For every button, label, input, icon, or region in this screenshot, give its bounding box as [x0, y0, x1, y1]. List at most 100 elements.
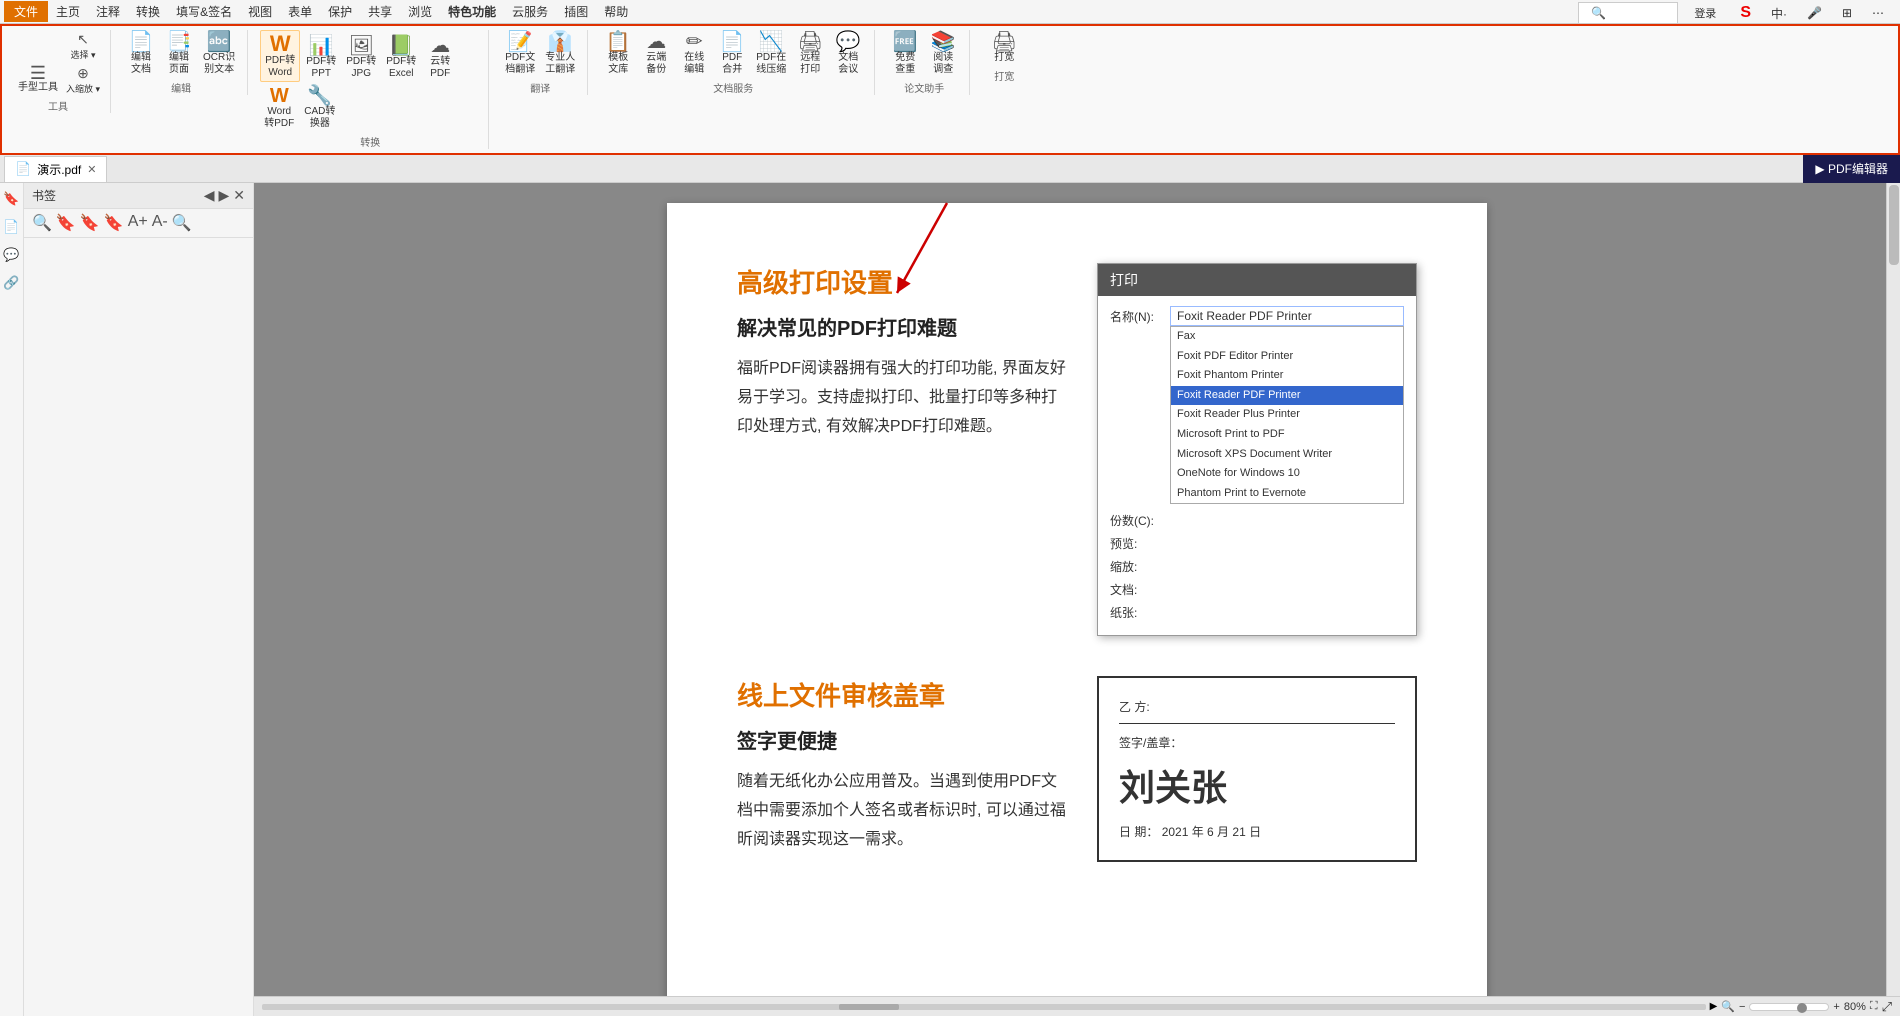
login-btn[interactable]: 登录: [1686, 3, 1724, 23]
sidebar-next-btn[interactable]: ▶: [218, 187, 229, 204]
menu-home[interactable]: 主页: [48, 1, 88, 22]
edit-page-btn[interactable]: 📑 编辑页面: [161, 30, 197, 78]
select-icon: ↖: [77, 31, 89, 48]
sidebar-header: 书签 ◀ ▶ ✕: [24, 183, 253, 209]
print-list-ms-xps[interactable]: Microsoft XPS Document Writer: [1171, 445, 1403, 465]
panel-icon-4[interactable]: 🔗: [3, 275, 19, 291]
zoom-out-icon[interactable]: 🔍: [1721, 1000, 1735, 1013]
section1-title: 高级打印设置: [737, 263, 1067, 300]
pdf-to-ppt-btn[interactable]: 📊 PDF转PPT: [302, 34, 340, 82]
pdf-compress-icon: 📉: [759, 32, 784, 52]
scroll-right-btn[interactable]: ▶: [1710, 1001, 1718, 1012]
panel-icon-2[interactable]: 📄: [3, 219, 19, 235]
panel-icon-1[interactable]: 🔖: [3, 191, 19, 207]
ribbon-group-edit: 📄 编辑文档 📑 编辑页面 🔤 OCR识别文本 编辑: [115, 30, 248, 95]
print-list-ms-pdf[interactable]: Microsoft Print to PDF: [1171, 425, 1403, 445]
template-btn[interactable]: 📋 模板文库: [600, 30, 636, 78]
cloud-to-pdf-btn[interactable]: ☁ 云转PDF: [422, 34, 458, 82]
h-scrollbar-thumb[interactable]: [839, 1004, 899, 1010]
panel-icon-3[interactable]: 💬: [3, 247, 19, 263]
scrollbar-thumb[interactable]: [1889, 185, 1899, 265]
menu-convert[interactable]: 转换: [128, 1, 168, 22]
pdf-to-excel-btn[interactable]: 📗 PDF转Excel: [382, 34, 420, 82]
print-list-fax[interactable]: Fax: [1171, 327, 1403, 347]
print-list-foxit-phantom[interactable]: Foxit Phantom Printer: [1171, 366, 1403, 386]
zoom-plus-btn[interactable]: +: [1833, 1001, 1839, 1013]
print-list-foxit-editor[interactable]: Foxit PDF Editor Printer: [1171, 347, 1403, 367]
zoom-bar: 🔍 − + 80% ⛶ ⤢: [1721, 999, 1892, 1015]
lang-icon[interactable]: 中·: [1763, 3, 1795, 24]
grid-icon[interactable]: ⊞: [1834, 4, 1860, 22]
free-check-btn[interactable]: 🆓 免费查重: [887, 30, 923, 78]
sidebar-close-btn[interactable]: ✕: [233, 187, 245, 204]
bookmark-icon-2[interactable]: 🔖: [80, 213, 100, 233]
pdf-merge-btn[interactable]: 📄 PDF合并: [714, 30, 750, 78]
pdf-compress-btn[interactable]: 📉 PDF在线压缩: [752, 30, 790, 78]
read-survey-icon: 📚: [931, 32, 956, 52]
menu-browse[interactable]: 浏览: [400, 1, 440, 22]
bookmark-font-smaller[interactable]: A-: [152, 213, 168, 233]
bookmark-icon-3[interactable]: 🔖: [104, 213, 124, 233]
menu-cloud[interactable]: 云服务: [504, 1, 556, 22]
menu-share[interactable]: 共享: [360, 1, 400, 22]
word-to-pdf-btn[interactable]: W Word转PDF: [260, 84, 298, 132]
hand-tool-btn[interactable]: ☰ 手型工具: [14, 62, 62, 96]
print-name-row: 名称(N): Foxit Reader PDF Printer Fax Foxi…: [1110, 306, 1404, 504]
edit-doc-btn[interactable]: 📄 编辑文档: [123, 30, 159, 78]
horizontal-scrollbar[interactable]: [262, 1004, 1706, 1010]
read-survey-btn[interactable]: 📚 阅读调查: [925, 30, 961, 78]
print-name-value-container: Foxit Reader PDF Printer Fax Foxit PDF E…: [1170, 306, 1404, 504]
menu-special[interactable]: 特色功能: [440, 1, 504, 22]
search-box[interactable]: 🔍: [1578, 2, 1678, 24]
cloud-backup-btn[interactable]: ☁ 云端备份: [638, 30, 674, 78]
zoom-slider-thumb[interactable]: [1797, 1003, 1807, 1013]
fit-page-btn[interactable]: ⤢: [1882, 999, 1892, 1015]
menu-help[interactable]: 帮助: [596, 1, 636, 22]
cad-converter-btn[interactable]: 🔧 CAD转换器: [300, 84, 339, 132]
zoom-btn[interactable]: ⊕ 入缩放 ▾: [64, 64, 102, 96]
menu-view[interactable]: 视图: [240, 1, 280, 22]
printwide-btn[interactable]: 🖨 打宽: [986, 30, 1022, 66]
print-list-foxit-reader[interactable]: Foxit Reader PDF Printer: [1171, 386, 1403, 406]
tab-demo-pdf[interactable]: 📄 演示.pdf ✕: [4, 156, 107, 182]
print-paper-label: 纸张:: [1110, 602, 1170, 621]
tab-close-btn[interactable]: ✕: [87, 163, 96, 176]
pro-translate-btn[interactable]: 👔 专业人工翻译: [541, 30, 579, 78]
mic-icon[interactable]: 🎤: [1799, 4, 1830, 22]
pro-translate-icon: 👔: [548, 32, 573, 52]
bookmark-font-larger[interactable]: A+: [128, 213, 148, 233]
sidebar-prev-btn[interactable]: ◀: [204, 187, 215, 204]
print-list-foxit-plus[interactable]: Foxit Reader Plus Printer: [1171, 405, 1403, 425]
menu-protect[interactable]: 保护: [320, 1, 360, 22]
fullscreen-btn[interactable]: ⛶: [1870, 1000, 1878, 1013]
doc-meeting-btn[interactable]: 💬 文档会议: [830, 30, 866, 78]
section1-container: 高级打印设置 解决常见的PDF打印难题 福昕PDF阅读器拥有强大的打印功能, 界…: [737, 263, 1417, 636]
bookmark-zoom-in[interactable]: 🔍: [32, 213, 52, 233]
pdf-translate-btn[interactable]: 📝 PDF文档翻译: [501, 30, 539, 78]
remote-print-btn[interactable]: 🖨 远程打印: [792, 30, 828, 78]
print-name-value: Foxit Reader PDF Printer: [1170, 306, 1404, 326]
ocr-btn[interactable]: 🔤 OCR识别文本: [199, 30, 239, 78]
pdf-to-word-btn[interactable]: W PDF转Word: [260, 30, 300, 82]
more-icon[interactable]: ⋯: [1864, 4, 1892, 22]
menu-fillsign[interactable]: 填写&签名: [168, 1, 240, 22]
zoom-slider[interactable]: [1749, 1003, 1829, 1011]
bookmark-search[interactable]: 🔍: [172, 213, 192, 233]
menu-form[interactable]: 表单: [280, 1, 320, 22]
vertical-scrollbar[interactable]: [1886, 183, 1900, 996]
bookmark-icon-1[interactable]: 🔖: [56, 213, 76, 233]
edit-page-icon: 📑: [167, 32, 192, 52]
zoom-minus-btn[interactable]: −: [1739, 1001, 1745, 1013]
ppt-icon: 📊: [309, 36, 334, 56]
menu-plugin[interactable]: 插图: [556, 1, 596, 22]
print-list-onenote[interactable]: OneNote for Windows 10: [1171, 464, 1403, 484]
menu-annotation[interactable]: 注释: [88, 1, 128, 22]
pdf-to-jpg-btn[interactable]: 🖼 PDF转JPG: [342, 34, 380, 82]
print-list-phantom-evernote[interactable]: Phantom Print to Evernote: [1171, 484, 1403, 504]
online-edit-btn[interactable]: ✏ 在线编辑: [676, 30, 712, 78]
select-btn[interactable]: ↖ 选择 ▾: [64, 30, 102, 62]
pdf-editor-btn[interactable]: ▶ PDF编辑器: [1803, 155, 1900, 183]
doc-services-group-label: 文档服务: [713, 80, 753, 95]
menu-file[interactable]: 文件: [4, 1, 48, 22]
remote-print-icon: 🖨: [798, 32, 823, 52]
